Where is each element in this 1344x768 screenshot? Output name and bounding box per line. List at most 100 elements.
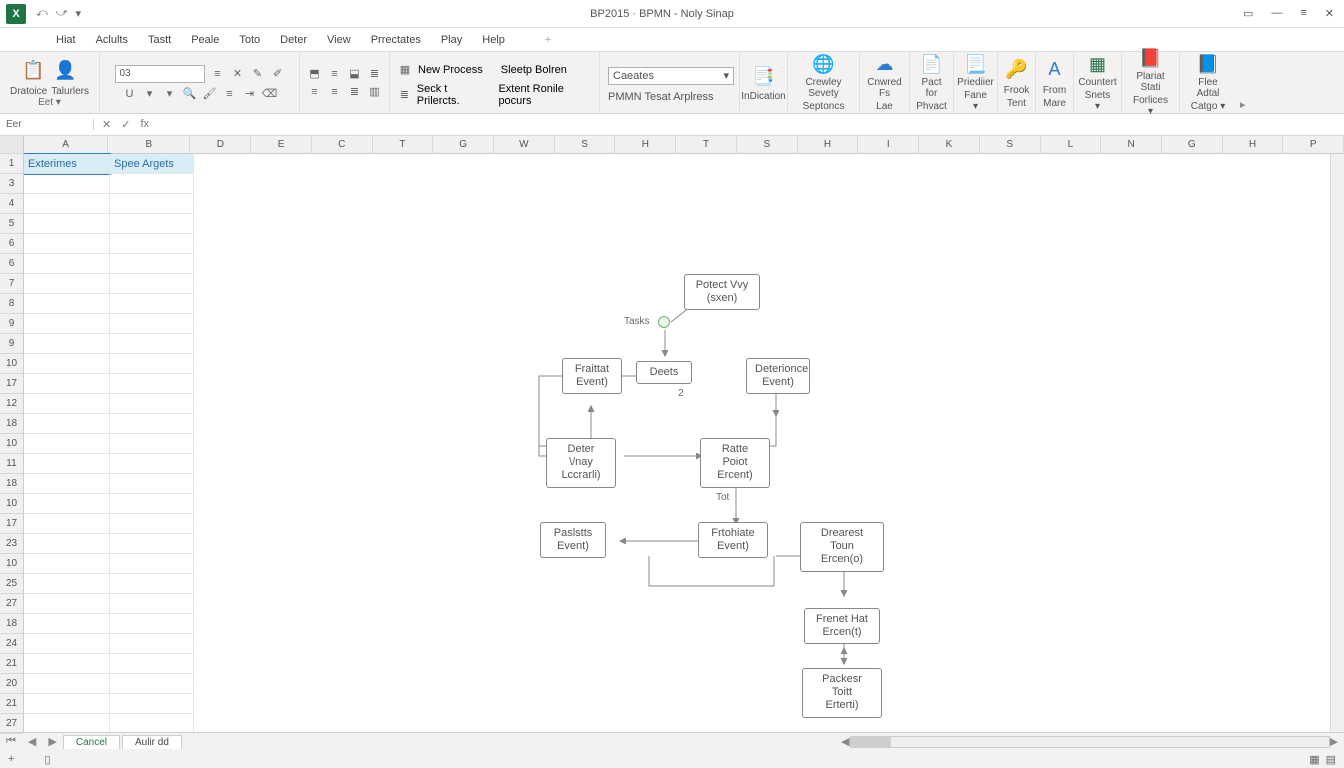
menu-item[interactable]: Toto: [239, 34, 260, 46]
row-header[interactable]: 24: [0, 634, 23, 654]
menu-item[interactable]: Help: [482, 34, 505, 46]
ribbon-expand-icon[interactable]: ▸: [1236, 96, 1250, 113]
redo-icon[interactable]: ⤻: [56, 7, 68, 20]
menu-item[interactable]: Deter: [280, 34, 307, 46]
spreadsheet-grid[interactable]: A B D E C T G W S H T S H I K S L N G H …: [24, 136, 1344, 732]
col-header[interactable]: C: [312, 136, 373, 153]
view-layout-icon[interactable]: ▤: [1326, 753, 1336, 766]
test-button[interactable]: Sleetp Bolren: [501, 64, 567, 76]
align-left-icon[interactable]: ≡: [223, 87, 237, 101]
sheet-tab-cancel[interactable]: Cancel: [63, 735, 120, 749]
window-close-icon[interactable]: ✕: [1325, 7, 1334, 20]
chart-icon[interactable]: 👤: [53, 58, 79, 84]
insert-fx-icon[interactable]: fx: [140, 118, 149, 131]
row-header[interactable]: 11: [0, 454, 23, 474]
col-header[interactable]: E: [251, 136, 312, 153]
tab-nav-first-icon[interactable]: ⏮: [0, 735, 22, 748]
row-header[interactable]: 21: [0, 694, 23, 714]
row-header[interactable]: 27: [0, 594, 23, 614]
row-header[interactable]: 18: [0, 414, 23, 434]
accept-fx-icon[interactable]: ✓: [121, 118, 130, 131]
stat-icon[interactable]: 📕: [1138, 48, 1164, 69]
cell-b1[interactable]: Spee Argets: [110, 154, 194, 174]
cell-a1[interactable]: Exterimes: [24, 154, 110, 174]
new-process-icon[interactable]: ▦: [398, 63, 412, 77]
align-c-icon[interactable]: ≡: [328, 85, 342, 99]
counter-icon[interactable]: ▦: [1085, 54, 1111, 75]
text-icon[interactable]: A: [1042, 57, 1068, 83]
extend-button[interactable]: Extent Ronile pocurs: [498, 83, 591, 107]
row-header[interactable]: 6: [0, 254, 23, 274]
align-top-icon[interactable]: ⬒: [308, 67, 322, 81]
row-header[interactable]: 10: [0, 554, 23, 574]
col-header[interactable]: G: [433, 136, 494, 153]
row-header[interactable]: 17: [0, 374, 23, 394]
app-icon[interactable]: X: [6, 4, 26, 24]
dropdown-icon[interactable]: ▾: [143, 87, 157, 101]
status-plus-icon[interactable]: +: [8, 753, 14, 765]
row-header[interactable]: 10: [0, 494, 23, 514]
align-r-icon[interactable]: ≣: [368, 67, 382, 81]
menu-item[interactable]: Aclults: [96, 34, 128, 46]
menu-item[interactable]: View: [327, 34, 351, 46]
row-header[interactable]: 18: [0, 614, 23, 634]
tab-nav-next-icon[interactable]: ▶: [42, 735, 62, 748]
align-icon[interactable]: ≡: [211, 67, 225, 81]
window-full-icon[interactable]: ≡: [1300, 7, 1306, 20]
menu-item[interactable]: Hiat: [56, 34, 76, 46]
window-restore-icon[interactable]: ▭: [1243, 7, 1253, 20]
creates-combo[interactable]: Caeates▾: [608, 67, 734, 85]
tab-add-icon[interactable]: +: [545, 34, 551, 46]
sheet-tab-auto[interactable]: Aulir dd: [122, 735, 182, 749]
col-header[interactable]: N: [1101, 136, 1162, 153]
align-j-icon[interactable]: ≣: [348, 85, 362, 99]
row-header[interactable]: 7: [0, 274, 23, 294]
select-projects-button[interactable]: Seck t Prilercts.: [417, 83, 487, 107]
row-header[interactable]: 18: [0, 474, 23, 494]
col-header[interactable]: S: [737, 136, 798, 153]
globe-icon[interactable]: 🌐: [811, 54, 837, 75]
align-l-icon[interactable]: ≡: [308, 85, 322, 99]
ribbon-sublabel[interactable]: Eet ▾: [38, 97, 61, 108]
menu-item[interactable]: Play: [441, 34, 462, 46]
col-header[interactable]: B: [108, 136, 190, 153]
horizontal-scrollbar[interactable]: ◀ ▶: [184, 735, 1344, 748]
col-header[interactable]: S: [980, 136, 1041, 153]
doc-icon[interactable]: 📄: [919, 54, 945, 75]
row-header[interactable]: 20: [0, 674, 23, 694]
clear-icon[interactable]: ⌫: [263, 87, 277, 101]
dropdown-icon[interactable]: ▾: [163, 87, 177, 101]
col-header[interactable]: W: [494, 136, 555, 153]
row-header[interactable]: 25: [0, 574, 23, 594]
pen-icon[interactable]: ✐: [271, 67, 285, 81]
brush-icon[interactable]: 🖌: [203, 87, 217, 101]
search-icon[interactable]: 🔍: [183, 87, 197, 101]
col-header[interactable]: D: [190, 136, 251, 153]
col-header[interactable]: S: [555, 136, 616, 153]
col-header[interactable]: P: [1283, 136, 1344, 153]
tab-nav-prev-icon[interactable]: ◀: [22, 735, 42, 748]
bar-icon[interactable]: ▥: [368, 85, 382, 99]
row-header[interactable]: 4: [0, 194, 23, 214]
page-icon[interactable]: 📃: [963, 54, 989, 75]
list-icon[interactable]: ≣: [398, 88, 411, 102]
row-header[interactable]: 23: [0, 534, 23, 554]
info-icon[interactable]: 📑: [751, 63, 777, 89]
underline-icon[interactable]: U: [123, 87, 137, 101]
menu-item[interactable]: Prrectates: [371, 34, 421, 46]
vertical-scrollbar[interactable]: [1330, 154, 1344, 732]
row-header[interactable]: 27: [0, 714, 23, 734]
cloud-icon[interactable]: ☁: [872, 54, 898, 75]
row-header[interactable]: 8: [0, 294, 23, 314]
menu-item[interactable]: Peale: [191, 34, 219, 46]
indent-icon[interactable]: ⇥: [243, 87, 257, 101]
row-header[interactable]: 12: [0, 394, 23, 414]
col-header[interactable]: H: [1223, 136, 1284, 153]
key-icon[interactable]: 🔑: [1004, 57, 1030, 83]
col-header[interactable]: G: [1162, 136, 1223, 153]
cancel-fx-icon[interactable]: ✕: [102, 118, 111, 131]
window-minimize-icon[interactable]: —: [1271, 7, 1282, 20]
row-header[interactable]: 5: [0, 214, 23, 234]
align-mid-icon[interactable]: ≡: [328, 67, 342, 81]
col-header[interactable]: A: [24, 136, 108, 153]
